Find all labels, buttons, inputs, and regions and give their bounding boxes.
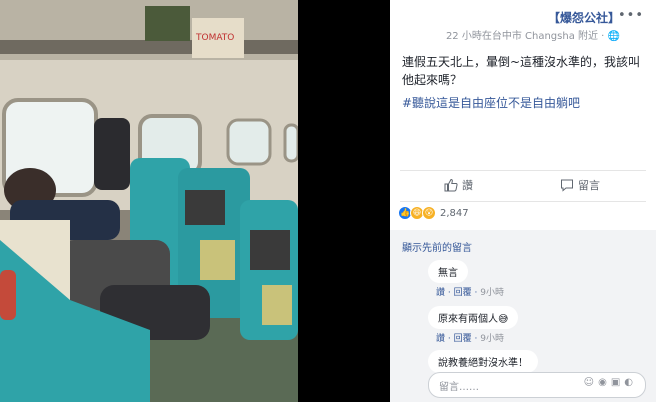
- wow-reaction-icon: 😮: [422, 206, 436, 220]
- comment-reply-link[interactable]: 回覆: [454, 334, 472, 344]
- comments-section: 顯示先前的留言 無言 讚 · 回覆 · 9小時 原來有兩個人😅 讚 · 回覆 ·…: [390, 230, 656, 402]
- comment-label: 留言: [578, 179, 600, 192]
- box-label: TOMATO: [195, 33, 234, 43]
- comment-reply-link[interactable]: 回覆: [454, 288, 472, 298]
- emoji-icon[interactable]: ☺: [584, 377, 598, 388]
- comment-like-link[interactable]: 讚: [436, 288, 445, 298]
- post-photo[interactable]: TOMATO: [0, 0, 298, 402]
- comment-actions: 讚 · 回覆 · 9小時: [436, 288, 504, 298]
- comment-button[interactable]: 留言: [560, 177, 600, 193]
- page-name-link[interactable]: 【爆怨公社】: [548, 9, 620, 26]
- comment-bubble: 原來有兩個人😅: [428, 306, 519, 329]
- avatar[interactable]: [400, 260, 422, 282]
- comment-actions: 讚 · 回覆 · 9小時: [436, 334, 504, 344]
- action-bar: 讚 留言: [400, 170, 646, 202]
- camera-icon[interactable]: ◉: [598, 377, 611, 388]
- comment-input[interactable]: 留言…… ☺◉▣◐: [428, 372, 646, 398]
- like-button[interactable]: 讚: [444, 177, 473, 193]
- train-interior-photo: TOMATO: [0, 0, 298, 402]
- hashtag-link[interactable]: #聽說這是自由座位不是自由躺吧: [402, 94, 580, 111]
- post-panel: 【爆怨公社】 ••• 22 小時在台中市 Changsha 附近 · 🌐 連假五…: [390, 0, 656, 402]
- post-header: 【爆怨公社】 ••• 22 小時在台中市 Changsha 附近 · 🌐: [390, 0, 656, 52]
- comment-bubble: 說教養絕對沒水準！: [428, 350, 538, 373]
- reactions-summary[interactable]: 👍 😆 😮 2,847: [398, 206, 469, 220]
- comment-input-icons: ☺◉▣◐: [584, 377, 637, 388]
- view-previous-comments-link[interactable]: 顯示先前的留言: [402, 239, 472, 254]
- comment-like-link[interactable]: 讚: [436, 334, 445, 344]
- comment-input-placeholder: 留言……: [439, 382, 479, 393]
- comment-icon: [561, 179, 573, 192]
- more-options-icon[interactable]: •••: [618, 8, 644, 23]
- black-divider: [298, 0, 390, 402]
- comment-bubble: 無言: [428, 260, 468, 283]
- post-text: 連假五天北上，暈倒~這種沒水準的，我該叫他起來嗎？: [402, 55, 641, 87]
- sticker-icon[interactable]: ◐: [624, 377, 637, 388]
- reaction-count: 2,847: [440, 207, 469, 219]
- comment-time: 9小時: [480, 288, 504, 298]
- comment-time: 9小時: [480, 334, 504, 344]
- thumbs-up-icon: [444, 178, 458, 192]
- post-meta: 22 小時在台中市 Changsha 附近 · 🌐: [445, 31, 620, 42]
- like-label: 讚: [462, 179, 473, 192]
- gif-icon[interactable]: ▣: [611, 377, 624, 388]
